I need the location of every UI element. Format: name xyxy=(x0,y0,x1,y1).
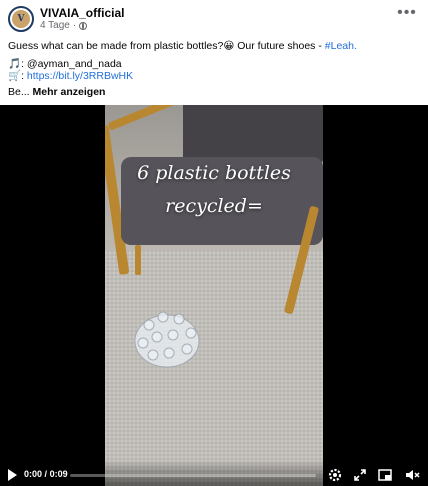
video-player[interactable]: 6 plastic bottles recycled= xyxy=(0,105,428,486)
time-separator: / xyxy=(44,469,48,479)
progress-bar[interactable] xyxy=(70,474,316,477)
caption-line-link: 🛒: https://bit.ly/3RRBwHK xyxy=(8,69,133,82)
chair-leg xyxy=(135,245,141,275)
meta-separator: · xyxy=(72,20,77,31)
time-total: 0:09 xyxy=(49,469,68,479)
volume-muted-icon[interactable] xyxy=(404,467,420,483)
post-timestamp[interactable]: 4 Tage xyxy=(40,20,70,31)
globe-icon xyxy=(79,21,88,30)
video-overlay-line-1: 6 plastic bottles xyxy=(137,162,291,184)
page-name-link[interactable]: VIVAIA_official xyxy=(40,6,124,20)
avatar-logo: V xyxy=(12,10,30,28)
caption-text-rest: Our future shoes - xyxy=(234,40,325,52)
shopping-cart-icon: 🛒 xyxy=(8,70,22,82)
shop-link[interactable]: https://bit.ly/3RRBwHK xyxy=(27,70,133,82)
caption-line-1: Guess what can be made from plastic bott… xyxy=(8,40,357,52)
video-controls: 0:00 / 0:09 xyxy=(0,464,428,486)
truncated-text: Be... xyxy=(8,86,30,98)
post-header: V VIVAIA_official 4 Tage · ••• xyxy=(0,0,428,36)
more-options-icon[interactable]: ••• xyxy=(396,5,418,26)
caption-text: Guess what can be made from plastic bott… xyxy=(8,40,224,52)
picture-in-picture-icon[interactable] xyxy=(377,467,393,483)
fullscreen-icon[interactable] xyxy=(352,467,368,483)
plastic-bottles-image xyxy=(134,311,200,368)
chair-back xyxy=(183,105,323,165)
see-more-button[interactable]: Mehr anzeigen xyxy=(33,86,106,98)
time-current: 0:00 xyxy=(24,469,43,479)
link-prefix: : xyxy=(21,70,24,82)
caption-line-more: Be... Mehr anzeigen xyxy=(8,86,105,98)
video-frame[interactable]: 6 plastic bottles recycled= xyxy=(105,105,323,486)
grinning-emoji-icon: 😀 xyxy=(223,40,235,52)
play-icon[interactable] xyxy=(8,469,17,481)
gear-icon[interactable] xyxy=(327,467,343,483)
video-overlay-line-2: recycled= xyxy=(165,195,263,217)
page-avatar[interactable]: V xyxy=(8,6,34,32)
post-meta: 4 Tage · xyxy=(40,20,88,31)
video-time: 0:00 / 0:09 xyxy=(24,469,68,479)
hashtag-link[interactable]: #Leah. xyxy=(325,40,357,52)
